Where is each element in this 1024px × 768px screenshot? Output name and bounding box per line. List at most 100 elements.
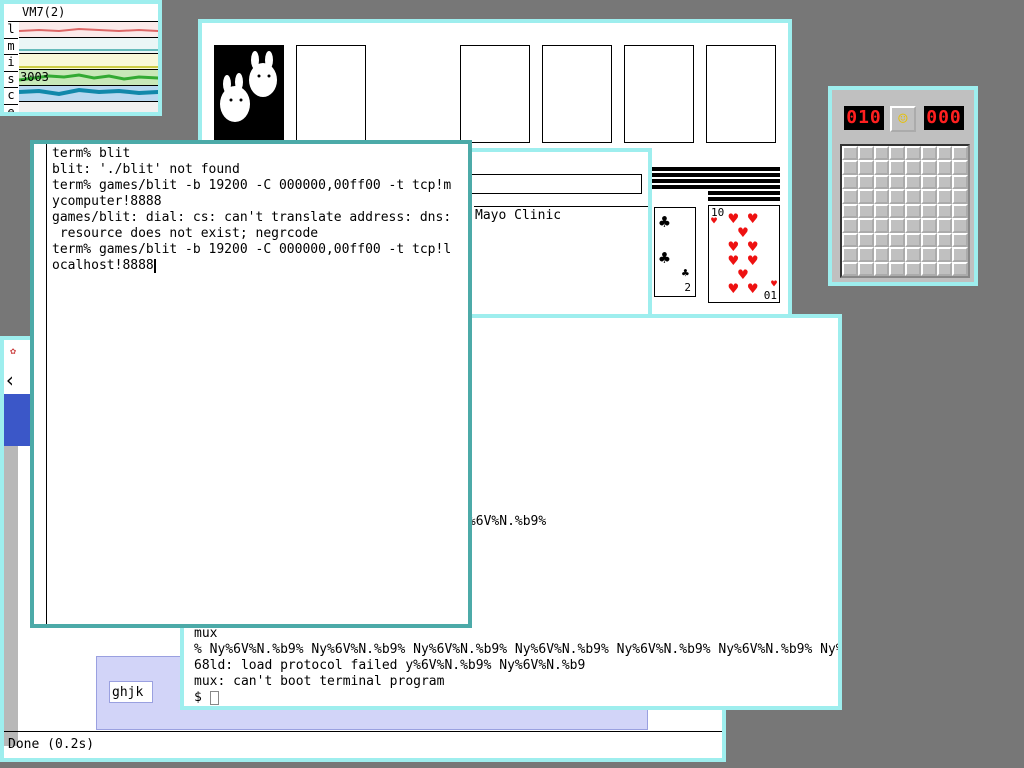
terminal-line: % Ny%6V%N.%b9% Ny%6V%N.%b9% Ny%6V%N.%b9%…: [194, 642, 842, 657]
mine-cell[interactable]: [889, 232, 905, 248]
terminal-line: mux: [194, 626, 218, 641]
mine-cell[interactable]: [936, 218, 953, 233]
mine-cell[interactable]: [842, 261, 858, 276]
mine-cell[interactable]: [842, 218, 858, 233]
mine-cell[interactable]: [952, 261, 968, 276]
mine-cell[interactable]: [857, 261, 874, 276]
stock-pile[interactable]: [214, 45, 284, 143]
dialog-input[interactable]: [464, 174, 642, 194]
mine-cell[interactable]: [889, 174, 905, 190]
mine-cell[interactable]: [905, 261, 921, 276]
mine-cell[interactable]: [936, 232, 953, 248]
mine-cell[interactable]: [920, 218, 937, 233]
mine-cell[interactable]: [889, 218, 905, 233]
card-two-of-clubs[interactable]: ♣ ♣ ♣ 2: [654, 207, 696, 297]
mine-cell[interactable]: [857, 146, 874, 161]
mine-cell[interactable]: [905, 189, 921, 204]
mine-cell[interactable]: [873, 261, 890, 276]
mine-cell[interactable]: [920, 160, 937, 175]
mine-cell[interactable]: [936, 189, 953, 204]
minesweeper-window[interactable]: 010 ☺ 000: [828, 86, 978, 286]
mine-cell[interactable]: [952, 203, 968, 219]
mine-cell[interactable]: [952, 232, 968, 248]
foundation-3[interactable]: [624, 45, 694, 143]
mine-cell[interactable]: [873, 232, 890, 248]
mine-cell[interactable]: [873, 203, 890, 219]
mine-cell[interactable]: [936, 247, 953, 262]
stats-label: l: [4, 22, 18, 39]
mine-cell[interactable]: [905, 203, 921, 219]
mine-cell[interactable]: [889, 160, 905, 175]
blit-terminal-window[interactable]: term% blit blit: './blit' not found term% …: [30, 140, 472, 628]
mine-cell[interactable]: [936, 174, 953, 190]
mine-cell[interactable]: [873, 146, 890, 161]
mine-cell[interactable]: [889, 189, 905, 204]
mine-cell[interactable]: [842, 146, 858, 161]
mine-cell[interactable]: [952, 218, 968, 233]
mine-cell[interactable]: [842, 203, 858, 219]
terminal-output[interactable]: term% blit blit: './blit' not found term% …: [52, 146, 468, 624]
foundation-1[interactable]: [460, 45, 530, 143]
mine-cell[interactable]: [857, 203, 874, 219]
terminal-line: term% games/blit -b 19200 -C 000000,00ff…: [52, 178, 452, 193]
search-input[interactable]: [109, 681, 153, 703]
mine-cell[interactable]: [952, 160, 968, 175]
mine-cell[interactable]: [889, 261, 905, 276]
mine-cell[interactable]: [920, 203, 937, 219]
mine-cell[interactable]: [920, 261, 937, 276]
mine-cell[interactable]: [842, 189, 858, 204]
stats-value: 3003: [20, 70, 49, 84]
mine-field[interactable]: [840, 144, 970, 278]
mine-cell[interactable]: [873, 174, 890, 190]
mine-cell[interactable]: [920, 174, 937, 190]
mine-cell[interactable]: [842, 247, 858, 262]
waste-pile[interactable]: [296, 45, 366, 143]
mine-cell[interactable]: [857, 232, 874, 248]
mine-cell[interactable]: [936, 146, 953, 161]
mine-cell[interactable]: [905, 174, 921, 190]
mine-cell[interactable]: [873, 160, 890, 175]
mine-cell[interactable]: [936, 160, 953, 175]
foundation-4[interactable]: [706, 45, 776, 143]
browser-tab-icon[interactable]: ✿: [10, 346, 16, 357]
mine-cell[interactable]: [920, 247, 937, 262]
mine-cell[interactable]: [857, 247, 874, 262]
mine-cell[interactable]: [842, 160, 858, 175]
mine-cell[interactable]: [905, 218, 921, 233]
mine-cell[interactable]: [952, 189, 968, 204]
mine-cell[interactable]: [905, 146, 921, 161]
mine-cell[interactable]: [857, 160, 874, 175]
mine-cell[interactable]: [920, 232, 937, 248]
mine-cell[interactable]: [857, 189, 874, 204]
mine-cell[interactable]: [889, 203, 905, 219]
mine-cell[interactable]: [905, 232, 921, 248]
mine-cell[interactable]: [857, 218, 874, 233]
dialog-window[interactable]: Mayo Clinic: [460, 148, 652, 318]
mine-cell[interactable]: [889, 247, 905, 262]
terminal-line: games/blit: dial: cs: can't translate ad…: [52, 210, 452, 225]
tableau-column-7[interactable]: [708, 167, 780, 203]
mine-cell[interactable]: [873, 247, 890, 262]
mine-cell[interactable]: [952, 247, 968, 262]
card-ten-of-hearts[interactable]: 10 ♥ ♥ ♥ ♥ ♥ ♥ ♥ ♥ ♥ ♥ ♥ ♥ 01: [708, 205, 780, 303]
mine-cell[interactable]: [873, 218, 890, 233]
mine-cell[interactable]: [857, 174, 874, 190]
mine-cell[interactable]: [873, 189, 890, 204]
smiley-face-icon[interactable]: ☺: [890, 106, 916, 132]
scrollbar[interactable]: [4, 446, 18, 746]
mine-cell[interactable]: [920, 189, 937, 204]
mine-cell[interactable]: [842, 232, 858, 248]
mine-cell[interactable]: [905, 160, 921, 175]
mine-cell[interactable]: [920, 146, 937, 161]
stats-window[interactable]: VM7(2) l m i s c e 3003: [0, 0, 162, 116]
mine-cell[interactable]: [952, 146, 968, 161]
timer-counter: 000: [924, 106, 964, 130]
terminal-scrollbar[interactable]: [34, 144, 47, 624]
mine-cell[interactable]: [889, 146, 905, 161]
mine-cell[interactable]: [936, 203, 953, 219]
mine-cell[interactable]: [936, 261, 953, 276]
mine-cell[interactable]: [842, 174, 858, 190]
foundation-2[interactable]: [542, 45, 612, 143]
mine-cell[interactable]: [905, 247, 921, 262]
mine-cell[interactable]: [952, 174, 968, 190]
